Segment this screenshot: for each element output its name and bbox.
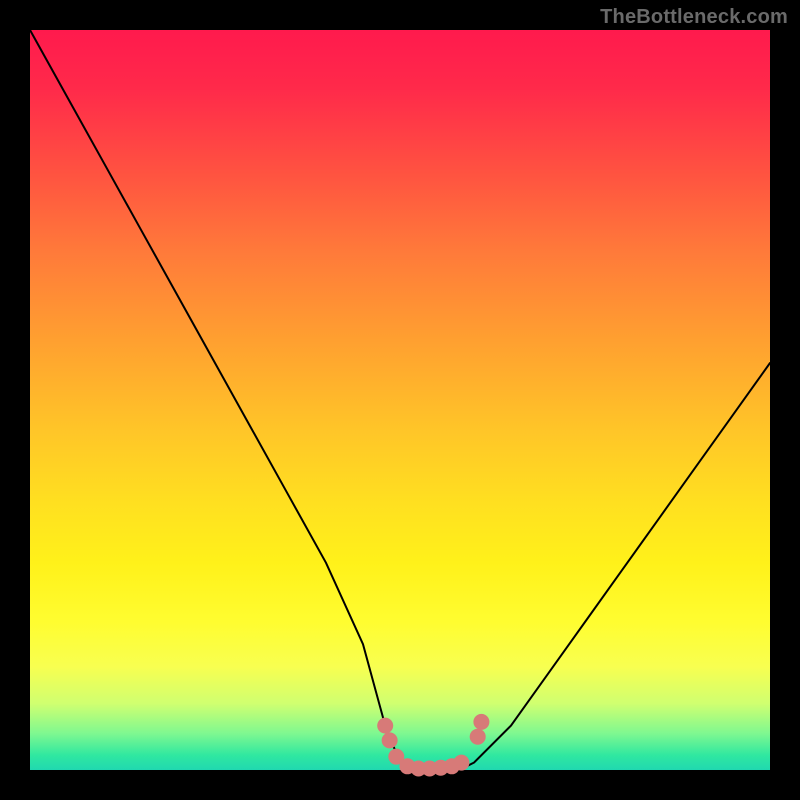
marker-dot	[453, 755, 469, 771]
marker-dot	[473, 714, 489, 730]
plot-area	[30, 30, 770, 770]
marker-group	[377, 714, 489, 777]
watermark-text: TheBottleneck.com	[600, 6, 788, 29]
marker-dot	[377, 718, 393, 734]
bottleneck-curve	[30, 30, 770, 770]
marker-dot	[470, 729, 486, 745]
curve-svg	[30, 30, 770, 770]
marker-dot	[382, 732, 398, 748]
chart-frame: TheBottleneck.com	[0, 0, 800, 800]
